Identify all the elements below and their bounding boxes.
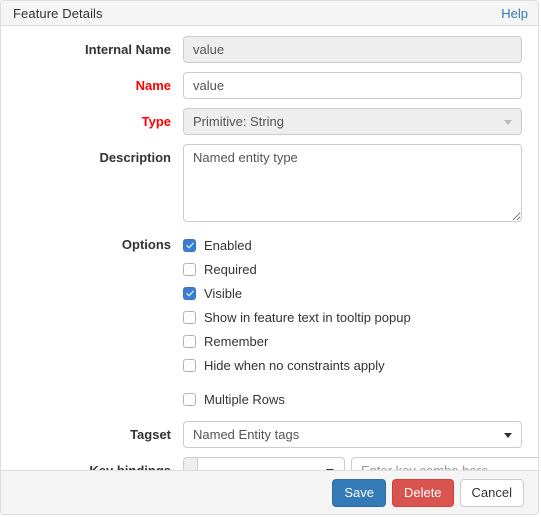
tagset-label: Tagset [130, 427, 171, 442]
name-label: Name [135, 78, 171, 93]
key-bindings-row: Key bindings + [1, 457, 538, 470]
tagset-select-value: Named Entity tags [193, 427, 300, 442]
checkbox-icon[interactable] [183, 392, 196, 406]
panel-header: Feature Details Help [1, 1, 538, 26]
page-title: Feature Details [13, 5, 103, 21]
feature-details-panel: Feature Details Help Internal Name Name … [0, 0, 539, 515]
tagset-row: Tagset Named Entity tags [1, 421, 522, 448]
option-label: Hide when no constraints apply [204, 357, 385, 373]
key-bindings-label: Key bindings [1, 457, 183, 470]
option-label: Enabled [204, 237, 252, 253]
key-combo-input[interactable] [351, 457, 538, 470]
option-label: Multiple Rows [204, 391, 285, 407]
option-required[interactable]: Required [183, 258, 522, 280]
option-show-in-tooltip[interactable]: Show in feature text in tooltip popup [183, 306, 522, 328]
internal-name-row: Internal Name [1, 36, 522, 63]
internal-name-label: Internal Name [85, 42, 171, 57]
chevron-down-icon [504, 119, 512, 125]
key-bindings-select[interactable] [197, 457, 345, 470]
option-label: Remember [204, 333, 269, 349]
tagset-select[interactable]: Named Entity tags [183, 421, 522, 448]
delete-button[interactable]: Delete [391, 478, 454, 507]
chevron-down-icon [326, 468, 334, 470]
key-bindings-addon [183, 457, 197, 470]
save-button[interactable]: Save [332, 478, 386, 507]
description-textarea[interactable]: Named entity type [183, 144, 522, 222]
type-select-value: Primitive: String [193, 114, 285, 129]
options-label: Options [121, 237, 171, 252]
options-row: Options Enabled Required Visible Show in… [1, 231, 522, 412]
name-input[interactable] [183, 72, 522, 99]
option-remember[interactable]: Remember [183, 330, 522, 352]
type-label: Type [141, 114, 171, 129]
checkbox-icon[interactable] [183, 334, 196, 348]
type-select: Primitive: String [183, 108, 522, 135]
key-bindings-group: + [183, 457, 538, 470]
chevron-down-icon [504, 432, 512, 438]
option-label: Show in feature text in tooltip popup [204, 309, 411, 325]
internal-name-input [183, 36, 522, 63]
checkbox-icon[interactable] [183, 262, 196, 276]
option-visible[interactable]: Visible [183, 282, 522, 304]
option-enabled[interactable]: Enabled [183, 234, 522, 256]
name-row: Name [1, 72, 522, 99]
checkbox-icon[interactable] [183, 238, 196, 252]
help-link[interactable]: Help [501, 6, 528, 21]
option-hide-when-no-constraints[interactable]: Hide when no constraints apply [183, 354, 522, 376]
option-multiple-rows[interactable]: Multiple Rows [183, 388, 522, 410]
checkbox-icon[interactable] [183, 286, 196, 300]
description-label: Description [99, 150, 171, 165]
checkbox-icon[interactable] [183, 358, 196, 372]
description-row: Description Named entity type [1, 144, 522, 222]
option-label: Required [204, 261, 257, 277]
feature-details-form: Internal Name Name Type Primitive: Strin… [1, 26, 538, 470]
panel-footer: Save Delete Cancel [1, 470, 538, 514]
cancel-button[interactable]: Cancel [459, 478, 524, 507]
option-label: Visible [204, 285, 243, 301]
checkbox-icon[interactable] [183, 310, 196, 324]
type-row: Type Primitive: String [1, 108, 522, 135]
